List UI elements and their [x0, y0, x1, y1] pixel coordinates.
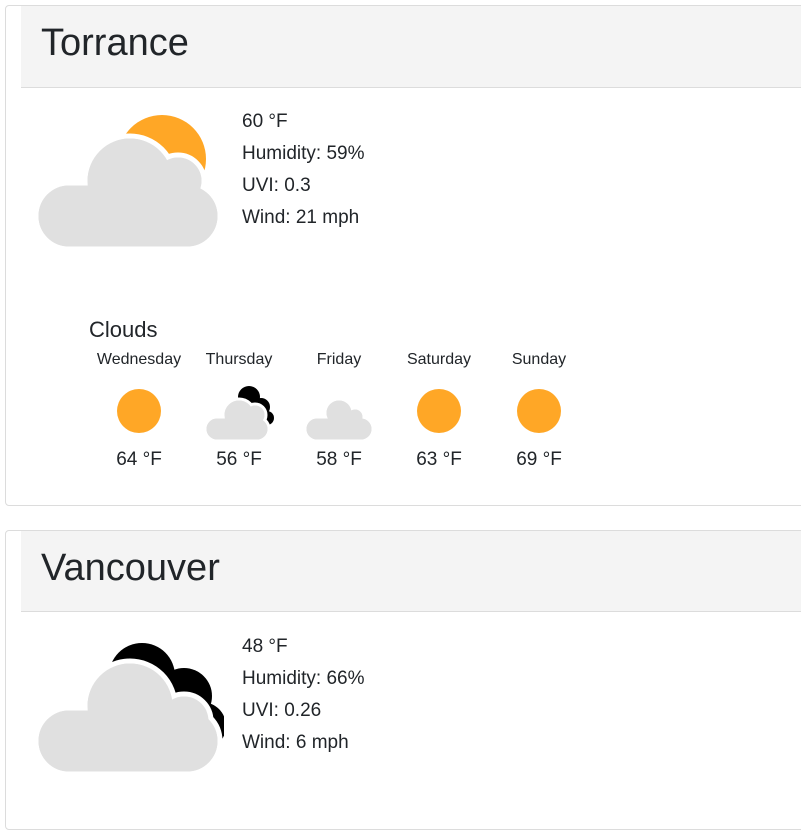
- city-name: Vancouver: [41, 547, 220, 589]
- forecast-temp: 58 °F: [316, 449, 362, 470]
- forecast-temp: 64 °F: [116, 449, 162, 470]
- forecast-temp: 56 °F: [216, 449, 262, 470]
- current-temp: 60 °F: [242, 111, 288, 132]
- current-temp: 48 °F: [242, 636, 288, 657]
- forecast-temp: 63 °F: [416, 449, 462, 470]
- forecast-day-name: Friday: [316, 351, 362, 368]
- current-uvi: UVI: 0.3: [242, 175, 311, 196]
- forecast-day: Saturday 63 °F: [384, 350, 494, 473]
- city-card-vancouver: Vancouver 48 °F Humidity: 66% UVI: 0.26 …: [5, 530, 801, 830]
- current-wind: Wind: 6 mph: [242, 732, 349, 753]
- current-conditions: 48 °F Humidity: 66% UVI: 0.26 Wind: 6 mp…: [242, 631, 365, 759]
- forecast-day-name: Thursday: [205, 351, 273, 368]
- city-card-torrance: Torrance 60 °F Humidity: 59% UVI: 0.3 Wi…: [5, 5, 801, 506]
- card-header: Vancouver: [21, 531, 801, 612]
- city-name: Torrance: [41, 22, 189, 64]
- weather-description: Clouds: [89, 317, 158, 342]
- current-uvi: UVI: 0.26: [242, 700, 322, 721]
- cloud-icon: [303, 397, 375, 441]
- forecast-day: Sunday 69 °F: [484, 350, 594, 473]
- forecast-day-name: Wednesday: [96, 351, 182, 368]
- partly-cloudy-day-icon: [34, 115, 223, 251]
- forecast-temp: 69 °F: [516, 449, 562, 470]
- sun-icon: [117, 389, 161, 433]
- card-header: Torrance: [21, 6, 801, 88]
- current-humidity: Humidity: 59%: [242, 143, 365, 164]
- five-day-forecast: Wednesday 64 °F Thursday 56 °F Friday 58…: [84, 350, 624, 490]
- forecast-day-name: Saturday: [406, 351, 472, 368]
- forecast-day: Thursday 56 °F: [184, 350, 294, 473]
- sun-icon: [517, 389, 561, 433]
- forecast-day-name: Sunday: [511, 351, 567, 368]
- forecast-day: Wednesday 64 °F: [84, 350, 194, 473]
- current-humidity: Humidity: 66%: [242, 668, 365, 689]
- cloudy-night-icon: [203, 386, 274, 441]
- current-wind: Wind: 21 mph: [242, 207, 360, 228]
- cloudy-night-icon: [34, 643, 224, 776]
- sun-icon: [417, 389, 461, 433]
- current-conditions: 60 °F Humidity: 59% UVI: 0.3 Wind: 21 mp…: [242, 106, 365, 234]
- forecast-day: Friday 58 °F: [284, 350, 394, 473]
